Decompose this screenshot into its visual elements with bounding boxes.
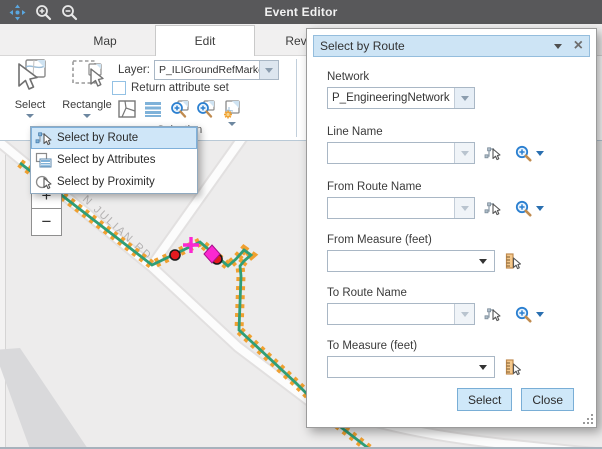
tab-edit[interactable]: Edit bbox=[155, 25, 255, 56]
return-attribute-set-checkbox[interactable] bbox=[112, 81, 126, 95]
menu-item-select-by-route[interactable]: Select by Route bbox=[31, 127, 197, 149]
zoom-to-selection-icon[interactable] bbox=[169, 99, 189, 119]
layer-value: P_ILIGroundRefMarkers bbox=[155, 61, 259, 79]
to-measure-label: To Measure (feet) bbox=[327, 340, 582, 352]
tab-map[interactable]: Map bbox=[55, 26, 155, 55]
panel-collapse-caret[interactable] bbox=[554, 44, 562, 49]
network-label: Network bbox=[327, 71, 582, 83]
line-zoom-caret[interactable] bbox=[536, 151, 544, 156]
select-tool-icon bbox=[13, 58, 47, 92]
from-measure-combobox[interactable] bbox=[327, 250, 495, 272]
from-route-zoom-icon[interactable] bbox=[515, 200, 532, 217]
rectangle-tool-label: Rectangle bbox=[58, 99, 116, 111]
to-measure-combobox[interactable] bbox=[327, 356, 495, 378]
panel-header[interactable]: Select by Route × bbox=[313, 35, 590, 57]
panel-title: Select by Route bbox=[320, 39, 554, 53]
menu-item-select-by-attributes[interactable]: Select by Attributes bbox=[31, 149, 197, 171]
line-name-label: Line Name bbox=[327, 126, 582, 138]
from-route-value bbox=[328, 198, 454, 218]
layer-label: Layer: bbox=[118, 64, 150, 76]
map-edge-strip bbox=[0, 141, 5, 449]
event-point-marker[interactable] bbox=[170, 250, 180, 260]
line-name-value bbox=[328, 143, 454, 163]
attribute-list-icon[interactable] bbox=[143, 99, 163, 119]
menu-item-label: Select by Route bbox=[57, 132, 138, 144]
to-route-label: To Route Name bbox=[327, 287, 582, 299]
pan-to-selection-icon[interactable] bbox=[195, 99, 215, 119]
select-tool-label: Select bbox=[4, 99, 56, 111]
from-route-dropdown-button[interactable] bbox=[454, 198, 474, 218]
to-route-zoom-caret[interactable] bbox=[536, 312, 544, 317]
app-titlebar: Event Editor bbox=[0, 0, 602, 24]
line-name-dropdown-button[interactable] bbox=[454, 143, 474, 163]
select-by-route-panel: Select by Route × Network P_EngineeringN… bbox=[306, 28, 597, 428]
to-route-zoom-icon[interactable] bbox=[515, 306, 532, 323]
line-name-combobox[interactable] bbox=[327, 142, 475, 164]
select-by-proximity-icon bbox=[35, 174, 52, 190]
close-button[interactable]: Close bbox=[521, 388, 574, 411]
return-attribute-set-label: Return attribute set bbox=[131, 82, 229, 94]
select-dropdown-caret[interactable] bbox=[26, 114, 34, 118]
app-title: Event Editor bbox=[0, 5, 602, 19]
layer-dropdown-button[interactable] bbox=[259, 61, 278, 79]
menu-item-label: Select by Proximity bbox=[57, 176, 155, 188]
select-dropdown-menu: Select by Route Select by Attributes Sel… bbox=[30, 126, 198, 194]
panel-close-icon[interactable]: × bbox=[574, 39, 583, 53]
layer-combobox[interactable]: P_ILIGroundRefMarkers bbox=[154, 60, 279, 80]
select-by-attributes-icon bbox=[35, 152, 52, 168]
from-measure-value bbox=[328, 251, 479, 271]
network-value: P_EngineeringNetwork bbox=[328, 88, 454, 108]
selection-options-caret[interactable] bbox=[228, 122, 236, 126]
from-measure-caret[interactable] bbox=[479, 259, 487, 264]
network-dropdown-button[interactable] bbox=[454, 88, 474, 108]
network-combobox[interactable]: P_EngineeringNetwork bbox=[327, 87, 475, 109]
selection-tools-row bbox=[117, 99, 241, 119]
from-measure-label: From Measure (feet) bbox=[327, 234, 582, 246]
panel-resize-grip[interactable] bbox=[581, 412, 593, 424]
select-features-icon[interactable] bbox=[117, 99, 137, 119]
to-route-dropdown-button[interactable] bbox=[454, 304, 474, 324]
to-measure-pick-icon[interactable] bbox=[504, 359, 521, 376]
menu-item-label: Select by Attributes bbox=[57, 154, 155, 166]
line-zoom-icon[interactable] bbox=[515, 145, 532, 162]
from-measure-pick-icon[interactable] bbox=[504, 253, 521, 270]
event-editor-window: N JULIAN RD + − bbox=[0, 0, 602, 449]
to-route-select-on-map-icon[interactable] bbox=[484, 306, 501, 322]
from-route-select-on-map-icon[interactable] bbox=[484, 200, 501, 216]
to-measure-value bbox=[328, 357, 479, 377]
from-route-combobox[interactable] bbox=[327, 197, 475, 219]
from-route-label: From Route Name bbox=[327, 181, 582, 193]
ribbon-separator bbox=[296, 59, 297, 137]
to-route-value bbox=[328, 304, 454, 324]
menu-item-select-by-proximity[interactable]: Select by Proximity bbox=[31, 171, 197, 193]
rectangle-dropdown-caret[interactable] bbox=[83, 114, 91, 118]
to-measure-caret[interactable] bbox=[479, 365, 487, 370]
selection-options-icon[interactable] bbox=[221, 99, 241, 119]
map-zoom-out-button[interactable]: − bbox=[31, 209, 62, 236]
line-select-on-map-icon[interactable] bbox=[484, 145, 501, 161]
select-button[interactable]: Select bbox=[457, 388, 512, 411]
select-tool-button[interactable]: Select bbox=[4, 58, 56, 118]
rectangle-tool-icon bbox=[70, 58, 104, 92]
rectangle-tool-button[interactable]: Rectangle bbox=[58, 58, 116, 118]
from-route-zoom-caret[interactable] bbox=[536, 206, 544, 211]
to-route-combobox[interactable] bbox=[327, 303, 475, 325]
select-by-route-icon bbox=[35, 130, 52, 146]
